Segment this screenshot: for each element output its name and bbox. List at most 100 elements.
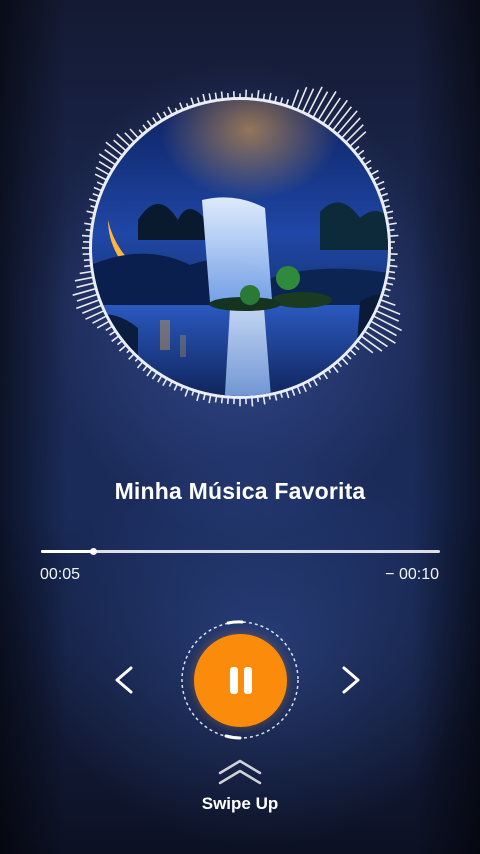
spectrum-bar [262, 396, 266, 405]
spectrum-bar [317, 90, 337, 121]
spectrum-bar [307, 381, 312, 388]
song-title: Minha Música Favorita [114, 478, 366, 504]
spectrum-bar [332, 106, 353, 131]
spectrum-bar [373, 315, 402, 332]
spectrum-bar [345, 353, 352, 360]
spectrum-bar [98, 160, 113, 171]
spectrum-bar [157, 375, 163, 383]
album-art [72, 86, 402, 407]
progress-thumb[interactable] [89, 548, 97, 555]
playback-controls [0, 618, 480, 742]
spectrum-bar [92, 192, 100, 197]
spectrum-bar [327, 99, 348, 128]
spectrum-bar [375, 180, 385, 186]
spectrum-bar [202, 93, 206, 103]
spectrum-bar [341, 357, 349, 366]
spectrum-bar [364, 330, 388, 348]
spectrum-bar [84, 222, 92, 226]
swipe-up-label: Swipe Up [201, 794, 279, 813]
play-pause-button[interactable] [194, 634, 287, 727]
spectrum-bar [357, 149, 365, 156]
spectrum-bar [360, 335, 383, 352]
album-art-visualizer [60, 70, 420, 430]
next-button[interactable] [333, 662, 369, 698]
spectrum-bar [380, 299, 396, 307]
spectrum-bar [385, 282, 394, 286]
spectrum-bar [190, 97, 195, 106]
spectrum-bar [256, 90, 260, 100]
spectrum-bar [179, 102, 184, 110]
spectrum-bar [129, 128, 139, 139]
spectrum-bar [367, 325, 396, 344]
spectrum-bar [307, 86, 323, 115]
spectrum-bar [79, 270, 92, 275]
chevron-right-icon [342, 666, 360, 694]
spectrum-bar [268, 92, 272, 102]
spectrum-bar [285, 390, 290, 399]
spectrum-bar [388, 270, 396, 274]
spectrum-bar [389, 234, 399, 237]
spectrum-bar [388, 264, 398, 268]
spectrum-bar [322, 372, 329, 380]
time-elapsed: 00:05 [40, 566, 81, 583]
spectrum-bar [76, 282, 95, 289]
spectrum-bar [332, 365, 339, 373]
spectrum-bar [336, 110, 358, 135]
double-chevron-up-icon [218, 759, 262, 785]
spectrum-bar [152, 117, 158, 124]
spectrum-bar [353, 344, 360, 351]
spectrum-bar [380, 192, 388, 197]
spectrum-bar [167, 106, 173, 115]
chevron-left-icon [115, 666, 133, 694]
time-remaining: − 00:10 [385, 566, 439, 583]
spectrum-bar [388, 222, 397, 226]
spectrum-bar [382, 293, 390, 298]
spectrum-bar [96, 181, 105, 186]
spectrum-bar [128, 353, 135, 360]
spectrum-bar [302, 383, 307, 393]
spectrum-bar [93, 186, 102, 192]
spectrum-bar [142, 124, 148, 131]
spectrum-bar [94, 173, 107, 181]
spectrum-bar [76, 293, 98, 302]
spectrum-bar [291, 89, 300, 108]
spectrum-bar [370, 320, 397, 337]
spectrum-bar [345, 124, 364, 143]
swipe-up-hint[interactable]: Swipe Up [0, 757, 480, 814]
spectrum-bar [274, 393, 278, 401]
spectrum-bar [92, 315, 107, 324]
spectrum-bar [81, 304, 102, 315]
spectrum-bar [111, 335, 120, 342]
spectrum-bar [156, 112, 163, 121]
spectrum-bar [341, 117, 361, 139]
spectrum-bar [312, 378, 318, 387]
music-player-screen: Minha Música Favorita 00:05 − 00:10 Swip… [0, 0, 480, 854]
spectrum-bar [208, 394, 212, 404]
progress-fill [41, 550, 93, 553]
spectrum-bar [291, 388, 296, 396]
spectrum-bar [322, 97, 341, 124]
spectrum-bar [88, 198, 98, 203]
previous-button[interactable] [106, 662, 142, 698]
spectrum-bar [124, 132, 135, 143]
spectrum-bar [312, 91, 329, 118]
spectrum-bar [349, 349, 357, 356]
spectrum-bar [214, 92, 218, 100]
spectrum-bar [382, 198, 390, 203]
spectrum-bar [81, 234, 91, 237]
spectrum-bar [385, 210, 394, 214]
spectrum-bar [364, 159, 372, 166]
spectrum-bar [96, 320, 110, 329]
spectrum-bar [136, 361, 144, 369]
progress-track [41, 550, 440, 553]
spectrum-bar [196, 392, 201, 402]
spectrum-bar [173, 383, 178, 391]
progress-bar[interactable] [41, 548, 440, 555]
spectrum-bar [220, 91, 224, 100]
spectrum-bar [74, 276, 94, 282]
spectrum-bar [386, 276, 396, 280]
spectrum-bar [208, 93, 212, 102]
spectrum-bar [118, 344, 127, 352]
spectrum-bar [162, 378, 168, 386]
spectrum-bar [84, 264, 92, 268]
